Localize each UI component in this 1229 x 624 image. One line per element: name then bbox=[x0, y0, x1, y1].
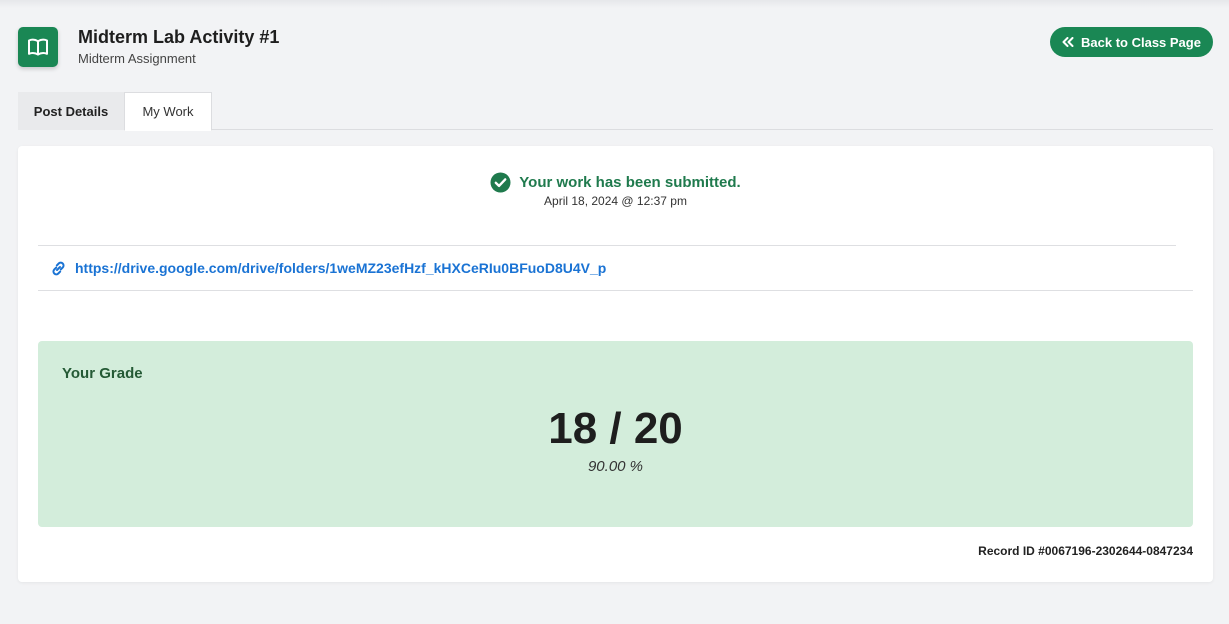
link-icon bbox=[52, 261, 65, 275]
check-circle-icon bbox=[490, 172, 511, 193]
record-id: Record ID #0067196-2302644-0847234 bbox=[978, 544, 1193, 558]
divider bbox=[38, 290, 1193, 291]
grade-percent: 90.00 % bbox=[587, 458, 644, 475]
back-to-class-button[interactable]: Back to Class Page bbox=[1050, 27, 1213, 57]
divider bbox=[38, 245, 1176, 246]
tab-bar: Post Details My Work bbox=[18, 92, 1213, 131]
page: Midterm Lab Activity #1 Midterm Assignme… bbox=[0, 0, 1229, 624]
open-book-icon bbox=[28, 38, 48, 56]
header: Midterm Lab Activity #1 Midterm Assignme… bbox=[18, 27, 1213, 71]
page-subtitle: Midterm Assignment bbox=[78, 51, 196, 66]
grade-panel: Your Grade 18 / 20 90.00 % bbox=[38, 341, 1193, 527]
double-chevron-left-icon bbox=[1062, 37, 1074, 47]
grade-score: 18 / 20 bbox=[548, 404, 683, 453]
back-button-label: Back to Class Page bbox=[1081, 34, 1201, 50]
top-shadow bbox=[0, 0, 1229, 8]
assignment-badge bbox=[18, 27, 58, 67]
tab-post-details[interactable]: Post Details bbox=[18, 92, 124, 130]
submission-status: Your work has been submitted. bbox=[18, 172, 1213, 193]
tab-my-work[interactable]: My Work bbox=[124, 92, 212, 131]
submission-link-row: https://drive.google.com/drive/folders/1… bbox=[50, 257, 606, 279]
page-title: Midterm Lab Activity #1 bbox=[78, 27, 280, 47]
grade-label: Your Grade bbox=[62, 365, 143, 382]
submission-link[interactable]: https://drive.google.com/drive/folders/1… bbox=[75, 260, 606, 276]
my-work-card: Your work has been submitted. April 18, … bbox=[18, 146, 1213, 582]
submission-date: April 18, 2024 @ 12:37 pm bbox=[544, 194, 687, 208]
submission-status-text: Your work has been submitted. bbox=[519, 174, 741, 191]
